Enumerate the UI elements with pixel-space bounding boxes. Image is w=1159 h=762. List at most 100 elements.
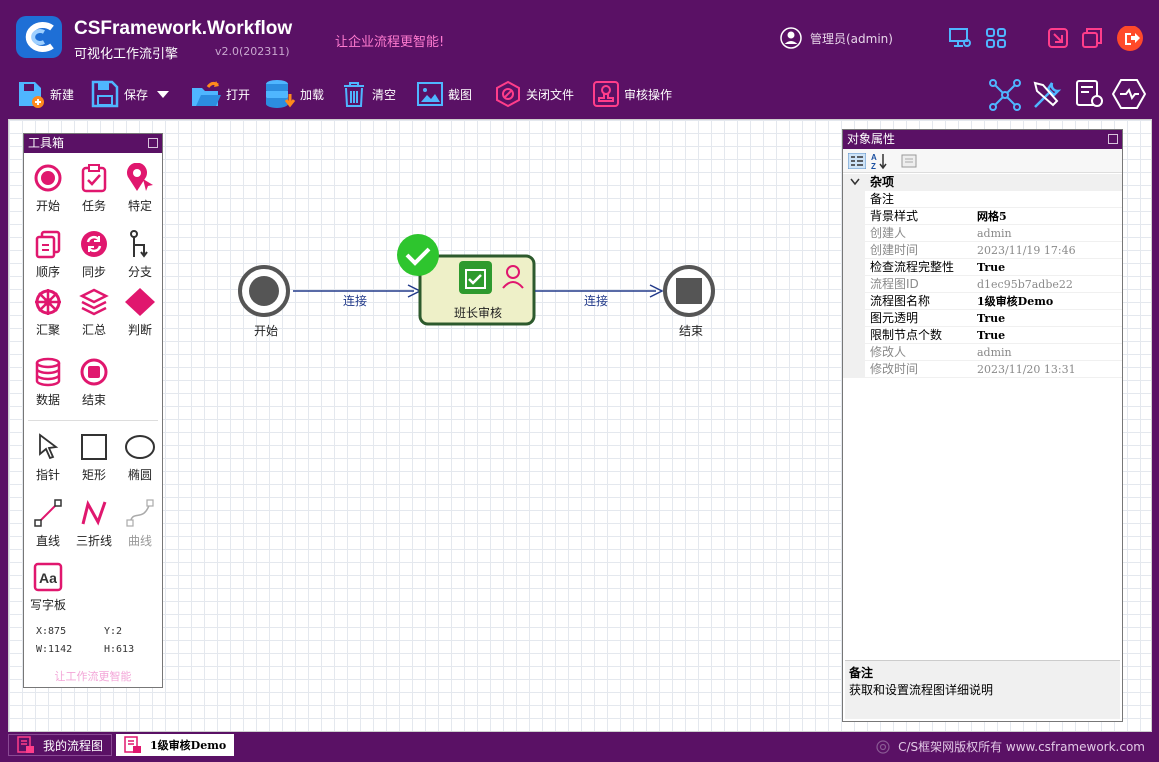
row-margin bbox=[843, 293, 865, 310]
description-title: 备注 bbox=[849, 666, 874, 680]
property-value[interactable]: 2023/11/19 17:46 bbox=[977, 242, 1076, 259]
tab-my-workflows[interactable]: 我的流程图 bbox=[8, 734, 113, 756]
close-file-button[interactable]: 关闭文件 bbox=[494, 78, 574, 110]
end-node-label: 结束 bbox=[679, 324, 704, 338]
database-load-icon bbox=[266, 80, 296, 108]
app-subtitle: 可视化工作流引擎 bbox=[74, 47, 179, 62]
categorized-view-icon[interactable] bbox=[848, 153, 866, 169]
property-row[interactable]: 检查流程完整性 True bbox=[843, 259, 1122, 276]
tool-line[interactable]: 直线 bbox=[25, 498, 71, 549]
svg-text:A: A bbox=[871, 153, 877, 162]
tool-textbox[interactable]: Aa 写字板 bbox=[25, 562, 71, 613]
tool-pointer[interactable]: 指针 bbox=[25, 432, 71, 483]
tool-branch[interactable]: 分支 bbox=[117, 229, 163, 280]
property-pages-icon[interactable] bbox=[901, 153, 917, 169]
restore-window-icon[interactable] bbox=[1080, 26, 1104, 50]
property-key: 背景样式 bbox=[870, 209, 919, 223]
property-key: 流程图名称 bbox=[870, 294, 931, 308]
pointer-icon bbox=[39, 433, 59, 460]
tool-end[interactable]: 结束 bbox=[71, 357, 117, 408]
save-button[interactable]: 保存 bbox=[90, 78, 174, 110]
review-button[interactable]: 审核操作 bbox=[592, 78, 672, 110]
rectangle-icon bbox=[81, 434, 107, 460]
tool-merge[interactable]: 汇聚 bbox=[25, 287, 71, 338]
tool-start[interactable]: 开始 bbox=[25, 163, 71, 214]
sort-az-icon[interactable]: A Z bbox=[870, 152, 888, 170]
property-row[interactable]: 流程图ID d1ec95b7adbe22 bbox=[843, 276, 1122, 293]
property-value[interactable]: 2023/11/20 13:31 bbox=[977, 361, 1076, 378]
property-category[interactable]: 杂项 bbox=[843, 174, 1122, 191]
start-node-label: 开始 bbox=[254, 324, 279, 338]
property-row[interactable]: 修改人 admin bbox=[843, 344, 1122, 361]
form-settings-icon[interactable] bbox=[1074, 78, 1106, 110]
chevron-down-icon[interactable] bbox=[850, 178, 860, 186]
chevron-down-icon[interactable] bbox=[156, 89, 170, 99]
property-row[interactable]: 图元透明 True bbox=[843, 310, 1122, 327]
sequence-docs-icon bbox=[35, 230, 61, 259]
load-button[interactable]: 加载 bbox=[264, 78, 324, 110]
flowchart-doc-icon bbox=[124, 736, 141, 753]
minimize-window-icon[interactable] bbox=[1046, 26, 1070, 50]
new-button[interactable]: 新建 bbox=[16, 78, 74, 110]
clear-button[interactable]: 清空 bbox=[340, 78, 396, 110]
property-row[interactable]: 流程图名称 1级审核Demo bbox=[843, 293, 1122, 310]
toolbox-panel: 工具箱 开始 任务 特定 顺序 同步 分支 汇聚 汇总 判断 数据 结束 指针 … bbox=[23, 133, 163, 688]
user-account[interactable]: 管理员(admin) bbox=[780, 27, 893, 49]
tool-rect[interactable]: 矩形 bbox=[71, 432, 117, 483]
sync-icon bbox=[81, 231, 107, 257]
tool-decision[interactable]: 判断 bbox=[117, 287, 163, 338]
workflow-hexagon-icon[interactable] bbox=[1112, 78, 1146, 110]
open-button[interactable]: 打开 bbox=[190, 78, 250, 110]
save-label: 保存 bbox=[124, 87, 149, 102]
property-row[interactable]: 创建人 admin bbox=[843, 225, 1122, 242]
toolbox-header: 工具箱 bbox=[24, 134, 162, 153]
property-row[interactable]: 背景样式 网格5 bbox=[843, 208, 1122, 225]
tool-data[interactable]: 数据 bbox=[25, 357, 71, 408]
property-value[interactable]: admin bbox=[977, 344, 1012, 361]
property-row[interactable]: 备注 bbox=[843, 191, 1122, 208]
exit-icon[interactable] bbox=[1116, 26, 1144, 54]
property-key: 限制节点个数 bbox=[870, 328, 943, 342]
coord-y: Y:2 bbox=[104, 626, 123, 637]
coord-x: X:875 bbox=[36, 626, 67, 637]
screenshot-button[interactable]: 截图 bbox=[416, 78, 472, 110]
property-row[interactable]: 修改时间 2023/11/20 13:31 bbox=[843, 361, 1122, 378]
layers-icon bbox=[79, 288, 109, 316]
tool-curve[interactable]: 曲线 bbox=[117, 498, 163, 549]
property-value[interactable]: admin bbox=[977, 225, 1012, 242]
flowchart-doc-icon bbox=[17, 736, 34, 753]
tool-sync[interactable]: 同步 bbox=[71, 229, 117, 280]
main-toolbar: 新建 保存 打开 加载 清空 截图 关闭文件 审核操作 bbox=[0, 70, 1159, 118]
coord-w: W:1142 bbox=[36, 644, 73, 655]
property-value[interactable]: True bbox=[977, 327, 1005, 344]
tool-ellipse[interactable]: 椭圆 bbox=[117, 432, 163, 483]
float-panel-icon[interactable] bbox=[1108, 134, 1118, 144]
property-value[interactable]: d1ec95b7adbe22 bbox=[977, 276, 1073, 293]
database-icon bbox=[35, 357, 61, 387]
review-label: 审核操作 bbox=[624, 87, 673, 102]
property-key: 图元透明 bbox=[870, 311, 919, 325]
start-node[interactable] bbox=[238, 265, 290, 317]
tab-current-diagram[interactable]: 1级审核Demo bbox=[116, 734, 235, 756]
property-value[interactable]: True bbox=[977, 310, 1005, 327]
property-value[interactable]: 网格5 bbox=[977, 208, 1007, 225]
tool-summary[interactable]: 汇总 bbox=[71, 287, 117, 338]
property-value[interactable]: True bbox=[977, 259, 1005, 276]
tool-polyline[interactable]: 三折线 bbox=[71, 498, 117, 549]
tools-icon[interactable] bbox=[1030, 78, 1064, 112]
tool-task[interactable]: 任务 bbox=[71, 163, 117, 214]
title-bar: CSFramework.Workflow 可视化工作流引擎 v2.0(20231… bbox=[0, 0, 1159, 70]
end-node[interactable] bbox=[663, 265, 715, 317]
save-icon bbox=[91, 80, 119, 108]
apps-grid-icon[interactable] bbox=[984, 26, 1008, 50]
property-row[interactable]: 创建时间 2023/11/19 17:46 bbox=[843, 242, 1122, 259]
tool-sequence[interactable]: 顺序 bbox=[25, 229, 71, 280]
tool-special[interactable]: 特定 bbox=[117, 163, 163, 214]
monitor-settings-icon[interactable] bbox=[948, 26, 972, 50]
close-file-label: 关闭文件 bbox=[526, 87, 575, 102]
flow-diagram bbox=[238, 234, 715, 326]
network-nodes-icon[interactable] bbox=[988, 78, 1022, 112]
float-panel-icon[interactable] bbox=[148, 138, 158, 148]
property-row[interactable]: 限制节点个数 True bbox=[843, 327, 1122, 344]
property-value[interactable]: 1级审核Demo bbox=[977, 293, 1053, 310]
